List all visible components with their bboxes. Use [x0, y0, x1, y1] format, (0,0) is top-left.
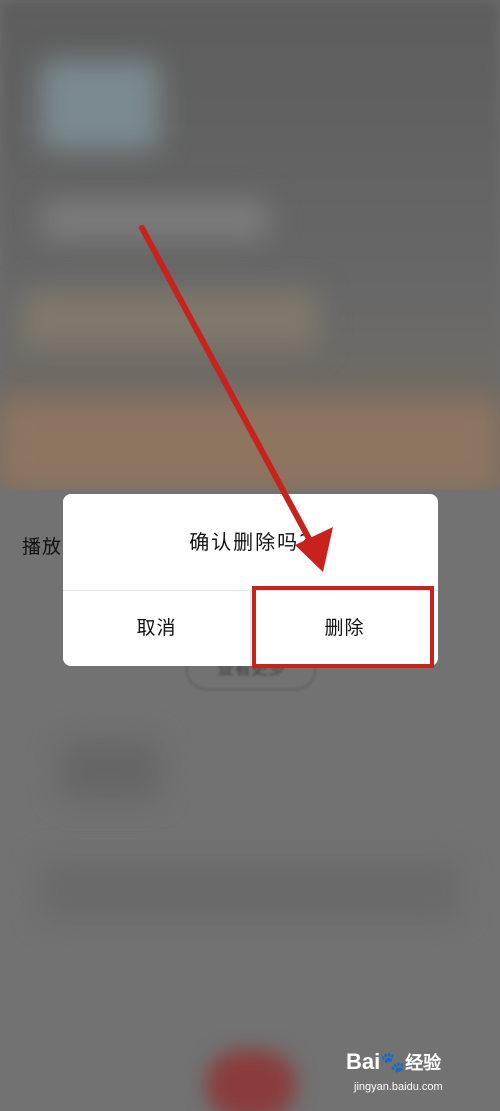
background-section-label: 播放 — [22, 536, 63, 558]
background-blob — [40, 860, 460, 920]
dialog-title: 确认删除吗? — [189, 530, 312, 554]
cancel-button[interactable]: 取消 — [63, 591, 250, 666]
background-blob — [0, 400, 500, 490]
background-floating-button — [206, 1050, 296, 1111]
background-blob — [20, 290, 320, 350]
background-blob — [40, 60, 160, 150]
background-blob — [60, 740, 160, 800]
baidu-jingyan-watermark: Bai🐾经验 jingyan.baidu.com — [346, 1045, 486, 1099]
watermark-domain: jingyan.baidu.com — [354, 1081, 443, 1093]
annotation-highlight-box — [252, 586, 434, 668]
background-blob — [40, 200, 270, 240]
watermark-brand-suffix: 经验 — [405, 1053, 442, 1073]
paw-icon: 🐾 — [380, 1052, 406, 1074]
watermark-logo: Bai🐾经验 — [346, 1049, 441, 1075]
watermark-brand: Bai — [346, 1049, 381, 1074]
